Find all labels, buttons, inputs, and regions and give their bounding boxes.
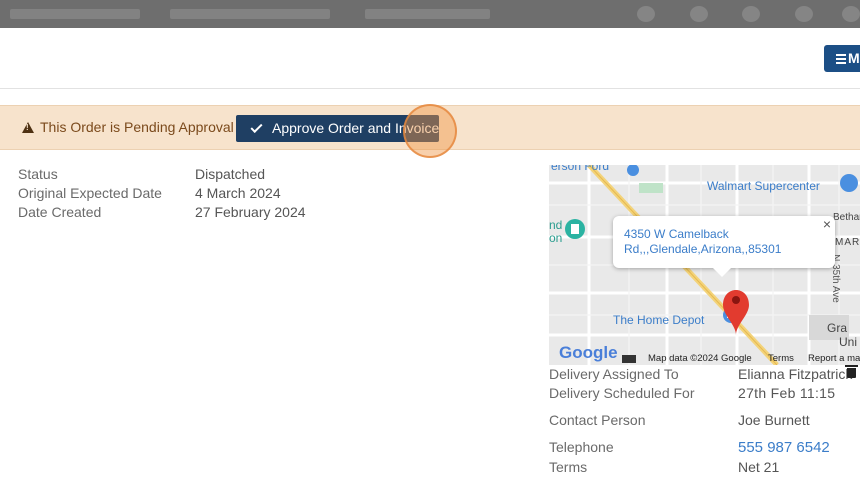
close-icon[interactable]: × <box>823 217 831 232</box>
map-label-home-depot: The Home Depot <box>613 313 705 327</box>
telephone-link[interactable]: 555 987 6542 <box>738 439 830 456</box>
hamburger-icon <box>836 54 846 64</box>
blurred-tab-1 <box>10 9 140 19</box>
map-terms-link[interactable]: Terms <box>768 353 794 364</box>
map-label-uni: Uni <box>839 335 858 349</box>
delivery-schedule: 27th Feb 11:15 <box>738 385 836 401</box>
blurred-icon <box>842 6 860 22</box>
map-label-nd: nd <box>549 218 563 232</box>
blurred-tab-2 <box>170 9 330 19</box>
info-label: Delivery Scheduled For <box>549 385 695 401</box>
detail-label: Original Expected Date <box>18 185 162 201</box>
map-info-window[interactable]: 4350 W Camelback Rd,,,Glendale,Arizona,,… <box>613 216 835 277</box>
detail-label: Date Created <box>18 204 102 220</box>
info-label: Telephone <box>549 439 614 455</box>
detail-value: 4 March 2024 <box>195 185 281 201</box>
alert-message: This Order is Pending Approval <box>22 119 234 135</box>
keyboard-icon[interactable] <box>622 354 636 362</box>
click-indicator <box>403 104 457 158</box>
map-label-walmart: Walmart Supercenter <box>707 179 820 193</box>
payment-terms: Net 21 <box>738 459 780 475</box>
menu-button[interactable]: M <box>824 45 860 72</box>
blurred-icon <box>637 6 655 22</box>
info-label: Contact Person <box>549 412 646 428</box>
blurred-tab-3 <box>365 9 490 19</box>
blurred-icon <box>690 6 708 22</box>
detail-label: Status <box>18 166 58 182</box>
map-address-line2: Rd,,,Glendale,Arizona,,85301 <box>624 242 782 256</box>
map-label-mart: MART <box>835 237 860 248</box>
blurred-icon <box>795 6 813 22</box>
check-icon <box>250 120 263 134</box>
info-label: Delivery Assigned To <box>549 366 679 382</box>
map-label-ford: erson Ford <box>551 165 610 173</box>
warning-icon <box>22 122 34 133</box>
delivery-map[interactable]: erson Ford Walmart Supercenter nd on Bet… <box>549 165 860 365</box>
browser-toolbar-background <box>0 0 860 28</box>
map-report-link[interactable]: Report a ma <box>808 353 860 364</box>
blurred-icon <box>742 6 760 22</box>
trash-icon[interactable] <box>845 365 858 378</box>
order-details: Status Dispatched Original Expected Date… <box>18 166 306 223</box>
page-header: M <box>0 28 860 89</box>
delivery-assignee: Elianna Fitzpatrick <box>738 366 853 382</box>
contact-person: Joe Burnett <box>738 412 810 428</box>
map-data-attribution: Map data ©2024 Google <box>648 353 752 364</box>
detail-row: Date Created 27 February 2024 <box>18 204 306 223</box>
detail-value: Dispatched <box>195 166 266 182</box>
detail-row: Status Dispatched <box>18 166 306 185</box>
map-label-gran: Gra <box>827 321 848 335</box>
map-address-line1: 4350 W Camelback <box>624 227 729 241</box>
info-label: Terms <box>549 459 588 475</box>
map-label-on: on <box>549 231 563 245</box>
detail-row: Original Expected Date 4 March 2024 <box>18 185 306 204</box>
map-label-bethany: Bethan <box>833 212 860 223</box>
detail-value: 27 February 2024 <box>195 204 306 220</box>
map-footer: Map data ©2024 Google Terms Report a ma <box>549 352 860 365</box>
